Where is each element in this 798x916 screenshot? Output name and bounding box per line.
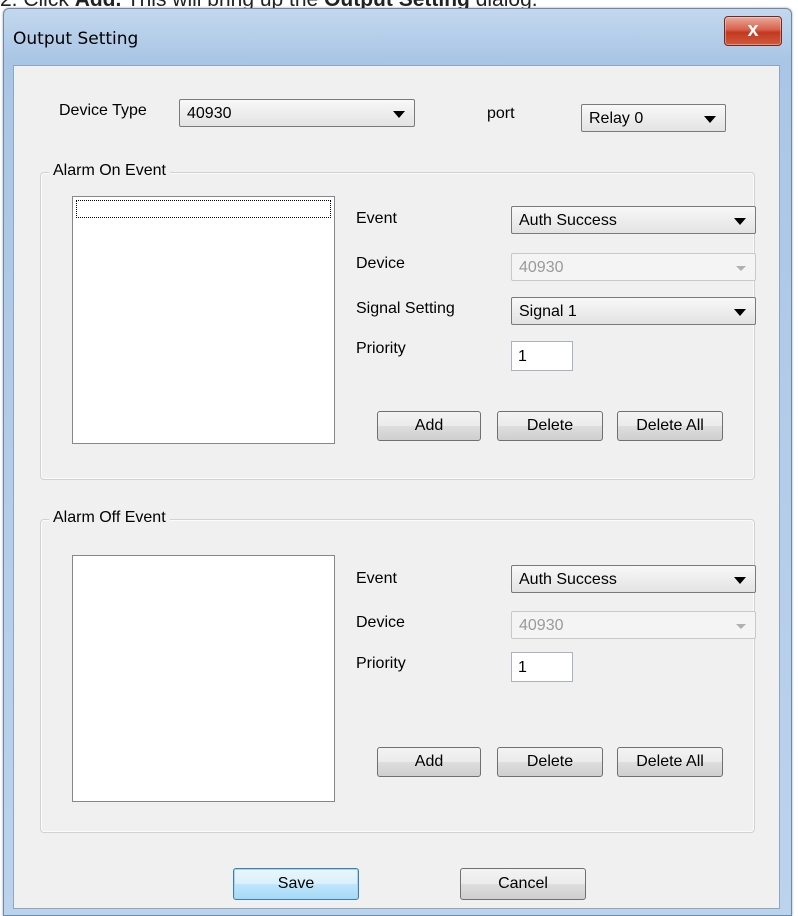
chevron-down-icon	[736, 266, 746, 271]
event-value: Auth Success	[519, 571, 617, 588]
delete-button[interactable]: Delete	[497, 747, 603, 777]
port-label: port	[487, 105, 515, 122]
signal-setting-value: Signal 1	[519, 303, 577, 320]
event-select[interactable]: Auth Success	[511, 565, 756, 593]
alarm-on-event-list[interactable]	[72, 196, 335, 444]
device-label: Device	[356, 255, 405, 272]
alarm-off-event-group: Alarm Off Event Event Auth Success Devic…	[40, 509, 756, 833]
signal-setting-label: Signal Setting	[356, 300, 455, 317]
close-icon: x	[747, 19, 759, 41]
device-type-label: Device Type	[59, 102, 147, 119]
chevron-down-icon	[734, 577, 746, 584]
delete-button[interactable]: Delete	[497, 411, 603, 441]
delete-all-button[interactable]: Delete All	[617, 411, 723, 441]
chevron-down-icon	[734, 309, 746, 316]
alarm-on-event-group: Alarm On Event Event Auth Success Device…	[40, 162, 756, 480]
event-label: Event	[356, 210, 397, 227]
device-label: Device	[356, 614, 405, 631]
device-select[interactable]: 40930	[511, 253, 756, 281]
alarm-on-event-title: Alarm On Event	[49, 162, 170, 180]
device-select[interactable]: 40930	[511, 611, 756, 639]
save-button[interactable]: Save	[233, 868, 359, 900]
cancel-button[interactable]: Cancel	[460, 868, 586, 900]
add-button[interactable]: Add	[377, 411, 481, 441]
event-label: Event	[356, 570, 397, 587]
device-type-value: 40930	[187, 105, 232, 122]
output-setting-dialog: Output Setting x Device Type 40930 port …	[3, 8, 792, 916]
priority-label: Priority	[356, 655, 406, 672]
close-button[interactable]: x	[724, 16, 782, 46]
delete-all-button[interactable]: Delete All	[617, 747, 723, 777]
alarm-off-event-title: Alarm Off Event	[49, 509, 170, 527]
priority-value: 1	[518, 348, 527, 365]
priority-input[interactable]: 1	[511, 341, 573, 371]
chevron-down-icon	[736, 624, 746, 629]
port-value: Relay 0	[589, 110, 644, 127]
device-value: 40930	[519, 259, 564, 276]
event-select[interactable]: Auth Success	[511, 206, 756, 234]
chevron-down-icon	[704, 116, 716, 123]
device-value: 40930	[519, 617, 564, 634]
chevron-down-icon	[734, 218, 746, 225]
device-type-select[interactable]: 40930	[179, 99, 415, 127]
add-button[interactable]: Add	[377, 747, 481, 777]
priority-value: 1	[518, 659, 527, 676]
title-bar: Output Setting x	[4, 9, 791, 65]
dialog-title: Output Setting	[13, 29, 139, 49]
signal-setting-select[interactable]: Signal 1	[511, 297, 756, 325]
chevron-down-icon	[393, 111, 405, 118]
priority-label: Priority	[356, 340, 406, 357]
priority-input[interactable]: 1	[511, 652, 573, 682]
list-item-focus[interactable]	[76, 200, 331, 218]
port-select[interactable]: Relay 0	[581, 104, 726, 132]
dialog-body: Device Type 40930 port Relay 0 Alarm On …	[13, 65, 780, 909]
event-value: Auth Success	[519, 212, 617, 229]
alarm-off-event-list[interactable]	[72, 555, 335, 802]
